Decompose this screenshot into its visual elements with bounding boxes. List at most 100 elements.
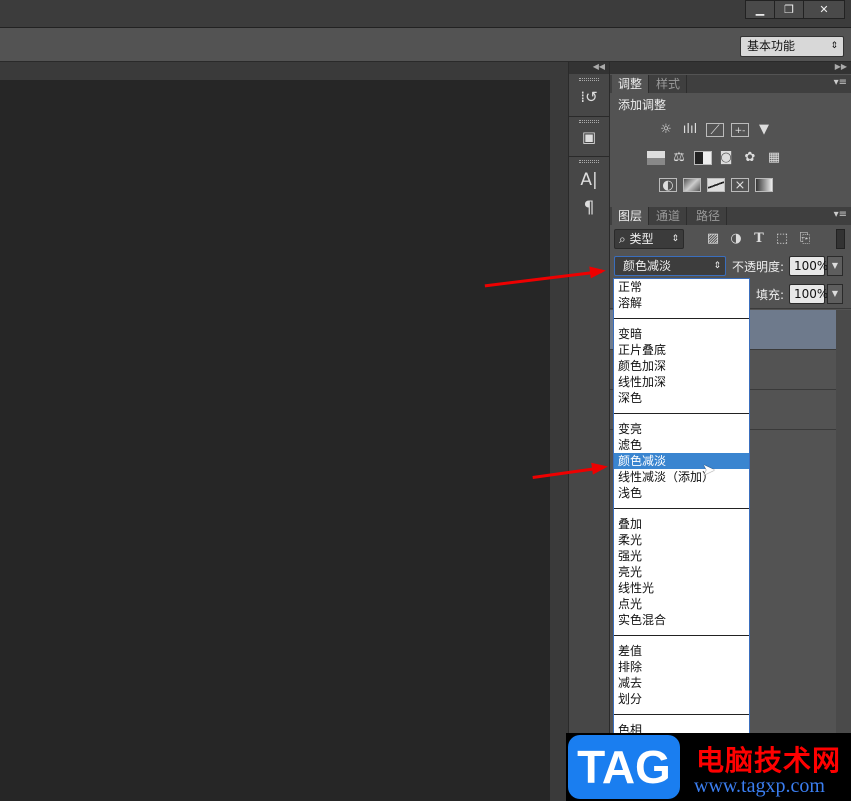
collapse-icon[interactable]: ◀◀ bbox=[569, 62, 609, 74]
exposure-icon[interactable]: +- bbox=[731, 123, 749, 137]
blend-mode-option[interactable]: 差值 bbox=[614, 643, 749, 659]
adjustments-tabs: 调整 样式 ▾≡ bbox=[610, 75, 851, 93]
expand-icon[interactable]: ▶▶ bbox=[610, 62, 851, 74]
blend-mode-option[interactable]: 正常 bbox=[614, 279, 749, 295]
opacity-input[interactable]: 100% bbox=[789, 256, 828, 276]
grip-handle[interactable] bbox=[579, 78, 599, 81]
watermark-name: 电脑技术网 bbox=[696, 744, 842, 777]
blend-mode-option[interactable]: 划分 bbox=[614, 691, 749, 707]
fill-slider-button[interactable]: ▼ bbox=[827, 284, 843, 304]
tab-adjustments[interactable]: 调整 bbox=[612, 75, 650, 93]
layers-tabs: 图层 通道 路径 ▾≡ bbox=[610, 207, 851, 225]
grip-handle[interactable] bbox=[579, 120, 599, 123]
blend-mode-option[interactable]: 滤色 bbox=[614, 437, 749, 453]
fill-label: 填充: bbox=[756, 288, 785, 302]
menu-separator bbox=[614, 318, 749, 319]
filter-pixel-icon[interactable]: ▨ bbox=[704, 232, 722, 246]
vibrance-icon[interactable]: ▼ bbox=[755, 123, 773, 137]
blend-mode-option[interactable]: 正片叠底 bbox=[614, 342, 749, 358]
opacity-label: 不透明度: bbox=[732, 260, 785, 274]
fill-input[interactable]: 100% bbox=[789, 284, 828, 304]
blend-mode-option[interactable]: 变亮 bbox=[614, 421, 749, 437]
watermark: TAG 电脑技术网 www.tagxp.com bbox=[566, 733, 851, 801]
photo-filter-icon[interactable]: ◙ bbox=[717, 151, 735, 165]
character-icon[interactable]: A| bbox=[577, 170, 601, 190]
options-bar bbox=[0, 28, 851, 62]
gradient-map-icon[interactable] bbox=[755, 178, 773, 192]
canvas-area[interactable] bbox=[0, 80, 550, 801]
opacity-slider-button[interactable]: ▼ bbox=[827, 256, 843, 276]
divider bbox=[569, 156, 609, 157]
black-white-icon[interactable] bbox=[694, 151, 712, 165]
threshold-icon[interactable] bbox=[707, 178, 725, 192]
tab-styles[interactable]: 样式 bbox=[650, 75, 688, 93]
paragraph-icon[interactable]: ¶ bbox=[577, 198, 601, 218]
close-button[interactable]: ✕ bbox=[803, 0, 845, 19]
filter-type-icon[interactable]: T bbox=[750, 232, 768, 246]
grip-handle[interactable] bbox=[579, 160, 599, 163]
posterize-icon[interactable] bbox=[683, 178, 701, 192]
tab-layers[interactable]: 图层 bbox=[612, 207, 650, 225]
blend-mode-option[interactable]: 溶解 bbox=[614, 295, 749, 311]
channel-mixer-icon[interactable]: ✿ bbox=[741, 151, 759, 165]
blend-mode-select[interactable]: 颜色减淡 ⇕ bbox=[614, 256, 726, 276]
adjustments-title: 添加调整 bbox=[618, 98, 667, 112]
blend-mode-option[interactable]: 深色 bbox=[614, 390, 749, 406]
blend-mode-option[interactable]: 线性加深 bbox=[614, 374, 749, 390]
layers-scrollbar[interactable] bbox=[836, 310, 851, 801]
watermark-url: www.tagxp.com bbox=[694, 775, 825, 797]
updown-icon: ⇕ bbox=[713, 261, 721, 271]
history-icon[interactable]: ⁞↺ bbox=[577, 88, 601, 106]
tab-channels[interactable]: 通道 bbox=[650, 207, 688, 225]
panel-menu-icon[interactable]: ▾≡ bbox=[834, 209, 847, 220]
mouse-cursor-icon: ➤ bbox=[702, 460, 716, 479]
filter-adjustment-icon[interactable]: ◑ bbox=[727, 232, 745, 246]
blend-mode-option[interactable]: 排除 bbox=[614, 659, 749, 675]
tab-paths[interactable]: 路径 bbox=[690, 207, 728, 225]
blend-mode-option[interactable]: 亮光 bbox=[614, 564, 749, 580]
search-icon: ⌕ bbox=[619, 232, 630, 246]
menu-separator bbox=[614, 413, 749, 414]
blend-mode-option[interactable]: 线性减淡（添加） bbox=[614, 469, 749, 485]
workspace-select[interactable]: 基本功能 ⇕ bbox=[740, 36, 844, 57]
panel-menu-icon[interactable]: ▾≡ bbox=[834, 77, 847, 88]
3d-icon[interactable]: ▣ bbox=[577, 128, 601, 146]
canvas-scrollbar[interactable] bbox=[550, 80, 568, 801]
menu-separator bbox=[614, 635, 749, 636]
brightness-icon[interactable]: ☼ bbox=[657, 123, 675, 137]
document-tab-strip bbox=[0, 62, 568, 80]
blend-mode-option[interactable]: 减去 bbox=[614, 675, 749, 691]
updown-icon: ⇕ bbox=[671, 234, 679, 244]
blend-mode-option[interactable]: 浅色 bbox=[614, 485, 749, 501]
divider bbox=[569, 116, 609, 117]
curves-icon[interactable]: ⟋ bbox=[706, 123, 724, 138]
levels-icon[interactable]: ılıl bbox=[681, 123, 699, 137]
hue-saturation-icon[interactable] bbox=[647, 151, 665, 165]
blend-mode-option[interactable]: 颜色加深 bbox=[614, 358, 749, 374]
layer-filter-select[interactable]: ⌕ 类型 ⇕ bbox=[614, 229, 684, 249]
blend-mode-option[interactable]: 强光 bbox=[614, 548, 749, 564]
watermark-logo: TAG bbox=[568, 735, 680, 799]
restore-button[interactable]: ❐ bbox=[774, 0, 804, 19]
color-balance-icon[interactable]: ⚖ bbox=[670, 151, 688, 165]
menu-separator bbox=[614, 714, 749, 715]
minimize-button[interactable]: ▁ bbox=[745, 0, 775, 19]
selective-color-icon[interactable]: ⨯ bbox=[731, 178, 749, 193]
blend-mode-option[interactable]: 柔光 bbox=[614, 532, 749, 548]
menu-separator bbox=[614, 508, 749, 509]
blend-mode-dropdown: 正常 溶解变暗 正片叠底 颜色加深 线性加深 深色变亮 滤色 颜色减淡 线性减淡（添加） 浅色叠加… bbox=[613, 278, 750, 801]
panel-dock: ◀◀ ⁞↺ ▣ A| ¶ bbox=[568, 62, 610, 801]
color-lookup-icon[interactable]: ▦ bbox=[765, 151, 783, 165]
filter-smart-object-icon[interactable]: ⎘ bbox=[796, 232, 814, 246]
blend-mode-option[interactable]: 叠加 bbox=[614, 516, 749, 532]
invert-icon[interactable]: ◐ bbox=[659, 178, 677, 193]
title-bar: ▁ ❐ ✕ bbox=[0, 0, 851, 28]
filter-shape-icon[interactable]: ⬚ bbox=[773, 232, 791, 246]
blend-mode-option[interactable]: 线性光 bbox=[614, 580, 749, 596]
blend-mode-option[interactable]: 颜色减淡 bbox=[614, 453, 749, 469]
filter-toggle[interactable] bbox=[836, 229, 845, 249]
filter-kind-label: 类型 bbox=[629, 232, 654, 246]
blend-mode-option[interactable]: 实色混合 bbox=[614, 612, 749, 628]
blend-mode-option[interactable]: 点光 bbox=[614, 596, 749, 612]
blend-mode-option[interactable]: 变暗 bbox=[614, 326, 749, 342]
